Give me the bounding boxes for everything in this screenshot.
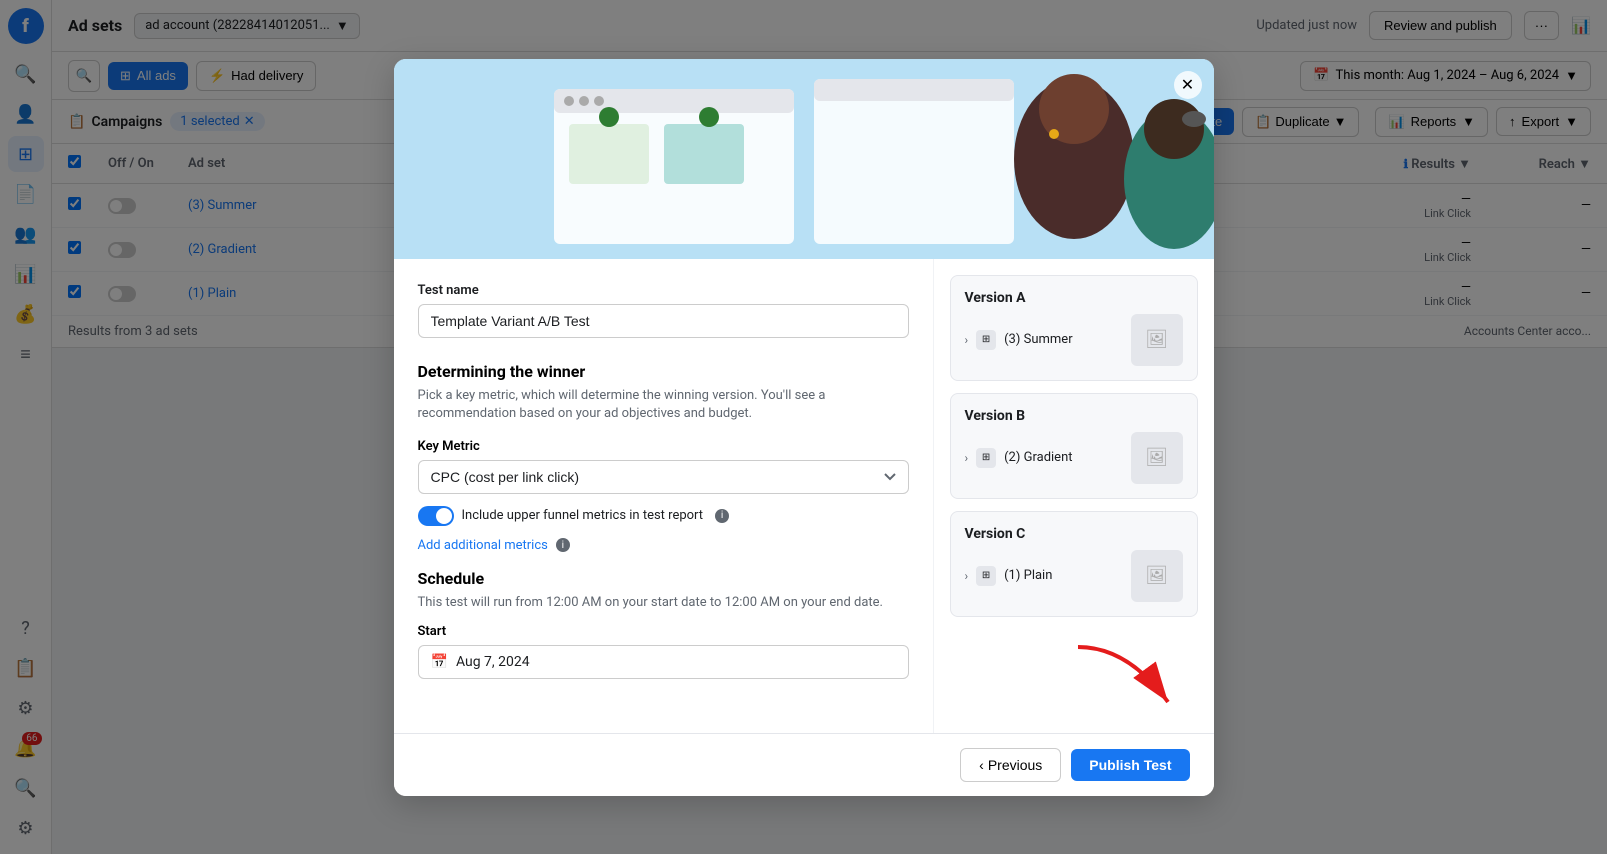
version-a-name: (3) Summer (1004, 332, 1073, 347)
version-b-item: › ⊞ (2) Gradient (965, 448, 1073, 468)
red-arrow-container (950, 637, 1198, 717)
determining-desc: Pick a key metric, which will determine … (418, 387, 909, 423)
prev-chevron-icon: ‹ (979, 757, 984, 773)
upper-funnel-toggle[interactable] (418, 506, 454, 526)
version-a-icon: ⊞ (976, 330, 996, 350)
modal-right-panel: Version A › ⊞ (3) Summer 🖼 Version (934, 259, 1214, 733)
key-metric-label: Key Metric (418, 439, 909, 454)
key-metric-select[interactable]: CPC (cost per link click) (418, 460, 909, 494)
upper-funnel-label: Include upper funnel metrics in test rep… (462, 508, 704, 523)
version-b-chevron[interactable]: › (965, 451, 969, 465)
schedule-desc: This test will run from 12:00 AM on your… (418, 594, 909, 612)
version-c-thumbnail: 🖼 (1131, 550, 1183, 602)
determining-title: Determining the winner (418, 362, 909, 381)
version-b-thumbnail: 🖼 (1131, 432, 1183, 484)
version-a-card: Version A › ⊞ (3) Summer 🖼 (950, 275, 1198, 381)
start-label: Start (418, 624, 909, 639)
version-c-item: › ⊞ (1) Plain (965, 566, 1053, 586)
version-a-title: Version A (965, 290, 1183, 306)
version-a-chevron[interactable]: › (965, 333, 969, 347)
version-b-title: Version B (965, 408, 1183, 424)
publish-test-button[interactable]: Publish Test (1071, 749, 1189, 781)
version-b-name: (2) Gradient (1004, 450, 1072, 465)
previous-button[interactable]: ‹ Previous (960, 748, 1061, 782)
close-icon: ✕ (1181, 75, 1194, 95)
add-metrics-info-icon[interactable]: i (556, 538, 570, 552)
test-name-input[interactable] (418, 304, 909, 338)
start-date-input[interactable]: 📅 Aug 7, 2024 (418, 645, 909, 679)
version-a-thumbnail: 🖼 (1131, 314, 1183, 366)
modal-overlay[interactable]: ✕ Test name Determining the winner Pick … (0, 0, 1607, 854)
upper-funnel-toggle-row: Include upper funnel metrics in test rep… (418, 506, 909, 526)
version-c-title: Version C (965, 526, 1183, 542)
modal-footer: ‹ Previous Publish Test (394, 733, 1214, 796)
version-c-icon: ⊞ (976, 566, 996, 586)
modal-close-button[interactable]: ✕ (1174, 71, 1202, 99)
modal-body: Test name Determining the winner Pick a … (394, 259, 1214, 733)
version-b-icon: ⊞ (976, 448, 996, 468)
version-c-card: Version C › ⊞ (1) Plain 🖼 (950, 511, 1198, 617)
schedule-title: Schedule (418, 569, 909, 588)
calendar-icon-small: 📅 (431, 654, 448, 670)
ab-test-modal: ✕ Test name Determining the winner Pick … (394, 59, 1214, 796)
add-metrics-label: Add additional metrics (418, 538, 548, 553)
test-name-label: Test name (418, 283, 909, 298)
toggle-info-icon[interactable]: i (715, 509, 729, 523)
version-b-card: Version B › ⊞ (2) Gradient 🖼 (950, 393, 1198, 499)
red-arrow-svg (1068, 637, 1188, 717)
version-c-chevron[interactable]: › (965, 569, 969, 583)
modal-header-illustration: ✕ (394, 59, 1214, 259)
modal-left-panel: Test name Determining the winner Pick a … (394, 259, 934, 733)
start-date-value: Aug 7, 2024 (456, 654, 530, 670)
app-background: f 🔍 👤 ⊞ 📄 👥 📊 💰 ≡ ? 📋 ⚙ 🔔 66 🔍 ⚙ Ad sets… (0, 0, 1607, 854)
version-a-item: › ⊞ (3) Summer (965, 330, 1073, 350)
version-c-name: (1) Plain (1004, 568, 1052, 583)
add-metrics-link[interactable]: Add additional metrics i (418, 538, 909, 553)
